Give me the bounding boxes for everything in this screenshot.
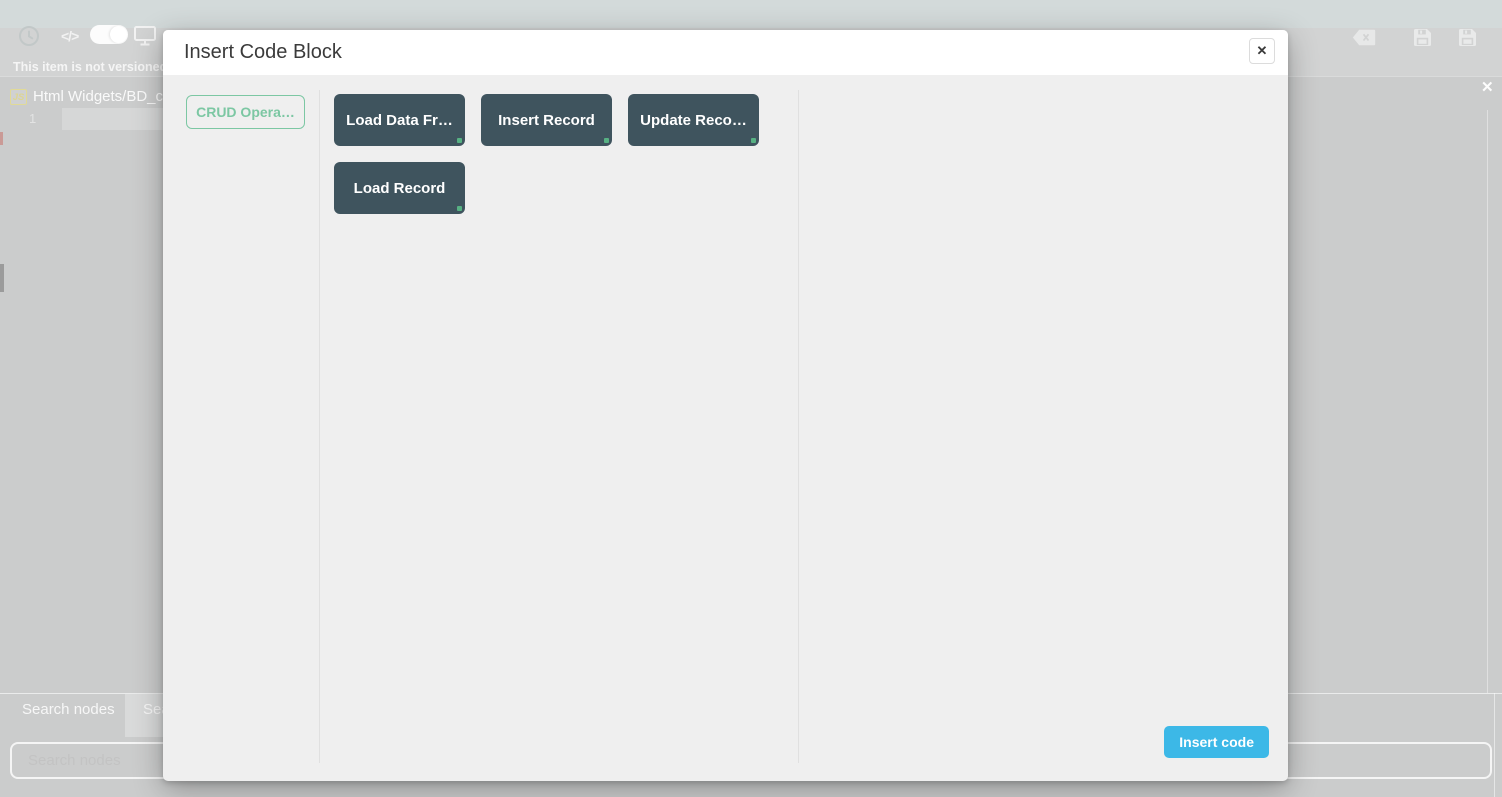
code-blocks-grid: Load Data Fr… Insert Record Update Reco…… [334,94,766,214]
insert-code-block-dialog: Insert Code Block ✕ CRUD Opera… Load Dat… [163,30,1288,781]
block-status-dot-icon [457,138,462,143]
category-divider [319,90,320,763]
dialog-close-button[interactable]: ✕ [1249,38,1275,64]
block-label: Load Data Fr… [346,112,453,129]
block-label: Insert Record [498,112,595,129]
dialog-header: Insert Code Block ✕ [163,30,1288,75]
insert-code-button[interactable]: Insert code [1164,726,1269,758]
block-status-dot-icon [604,138,609,143]
block-label: Load Record [354,180,446,197]
block-insert-record[interactable]: Insert Record [481,94,612,146]
dialog-title: Insert Code Block [184,30,342,75]
block-status-dot-icon [457,206,462,211]
block-label: Update Reco… [640,112,747,129]
blocks-divider [798,90,799,763]
category-crud-operations[interactable]: CRUD Opera… [186,95,305,129]
block-load-record[interactable]: Load Record [334,162,465,214]
block-status-dot-icon [751,138,756,143]
block-update-record[interactable]: Update Reco… [628,94,759,146]
block-load-data-from[interactable]: Load Data Fr… [334,94,465,146]
